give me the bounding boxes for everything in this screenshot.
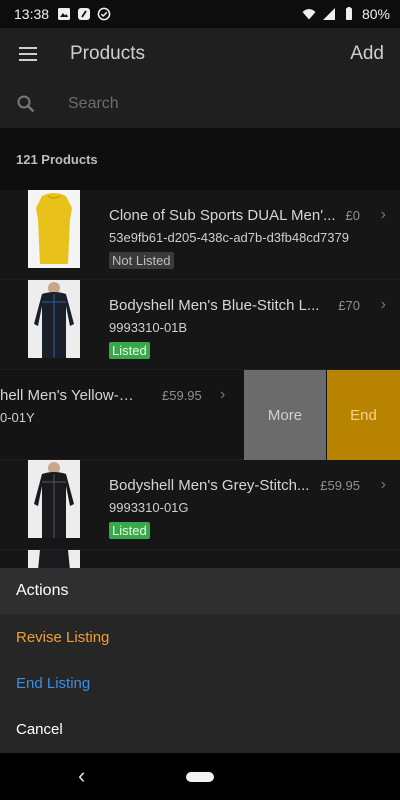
chevron-right-icon: ›	[380, 206, 386, 223]
swipe-more-button[interactable]: More	[244, 370, 326, 460]
product-sku: 9993310-01G	[109, 500, 189, 515]
black-shirt-image	[28, 280, 80, 358]
search-bar	[0, 80, 400, 128]
product-row-swiped[interactable]: hell Men's Yellow-Stit... £59.95 › 0-01Y…	[0, 370, 400, 460]
product-thumbnail	[28, 460, 80, 538]
system-nav-bar: ‹	[0, 753, 400, 800]
product-price: £0	[345, 208, 360, 223]
chevron-right-icon: ›	[380, 296, 386, 313]
wifi-icon	[302, 9, 316, 20]
actions-sheet-title: Actions	[0, 568, 400, 614]
search-icon	[17, 95, 35, 113]
status-badge: Listed	[109, 342, 150, 359]
product-thumbnail	[28, 280, 80, 358]
end-listing-button[interactable]: End Listing	[0, 660, 400, 706]
product-sku: 0-01Y	[0, 410, 35, 425]
home-pill[interactable]	[186, 772, 214, 782]
product-sku: 9993310-01B	[109, 320, 188, 335]
actions-sheet: Actions Revise Listing End Listing Cance…	[0, 568, 400, 753]
battery-percent: 80%	[361, 6, 390, 22]
status-badge: Not Listed	[109, 252, 174, 269]
add-button[interactable]: Add	[350, 43, 384, 65]
product-list: 121 Products Clone of Sub Sports DUAL Me…	[0, 128, 400, 568]
yellow-shirt-image	[28, 190, 80, 268]
hamburger-menu-icon	[19, 47, 37, 61]
black-shirt-image	[28, 460, 80, 538]
product-title: Clone of Sub Sports DUAL Men'...	[109, 207, 336, 224]
product-price: £70	[338, 298, 360, 313]
cancel-button[interactable]: Cancel	[0, 706, 400, 752]
status-bar: 13:38 80%	[0, 0, 400, 28]
image-notification-icon	[58, 8, 71, 20]
swipe-end-button[interactable]: End	[327, 370, 400, 460]
status-time: 13:38	[14, 6, 50, 22]
chevron-right-icon: ›	[220, 386, 226, 403]
chevron-right-icon: ›	[380, 476, 386, 493]
product-row[interactable]: Clone of Sub Sports DUAL Men'... £0 › 53…	[0, 190, 400, 280]
product-sku: 53e9fb61-d205-438c-ad7b-d3fb48cd7379	[109, 230, 349, 245]
product-row[interactable]: Bodyshell Men's Blue-Stitch L... £70 › 9…	[0, 280, 400, 370]
product-count: 121 Products	[0, 128, 400, 190]
product-image	[28, 550, 80, 568]
app-bar: Products Add	[0, 28, 400, 80]
product-price: £59.95	[320, 478, 360, 493]
product-title: Bodyshell Men's Grey-Stitch...	[109, 477, 310, 494]
menu-button[interactable]	[0, 28, 56, 80]
product-title: Bodyshell Men's Blue-Stitch L...	[109, 297, 320, 314]
signal-icon	[322, 8, 335, 20]
page-title: Products	[70, 43, 145, 64]
product-price: £59.95	[162, 388, 202, 403]
product-row[interactable]: Bodyshell Men's Grey-Stitch... £59.95 › …	[0, 460, 400, 550]
battery-icon	[345, 7, 352, 20]
product-row[interactable]	[0, 550, 400, 568]
revise-listing-button[interactable]: Revise Listing	[0, 614, 400, 660]
product-title: hell Men's Yellow-Stit...	[0, 387, 140, 404]
back-icon[interactable]: ‹	[78, 763, 85, 789]
status-badge: Listed	[109, 522, 150, 539]
search-input[interactable]	[68, 95, 368, 113]
check-circle-icon	[97, 7, 111, 21]
product-thumbnail	[28, 190, 80, 268]
app-notification-icon	[78, 8, 91, 20]
product-thumbnail	[28, 550, 80, 568]
